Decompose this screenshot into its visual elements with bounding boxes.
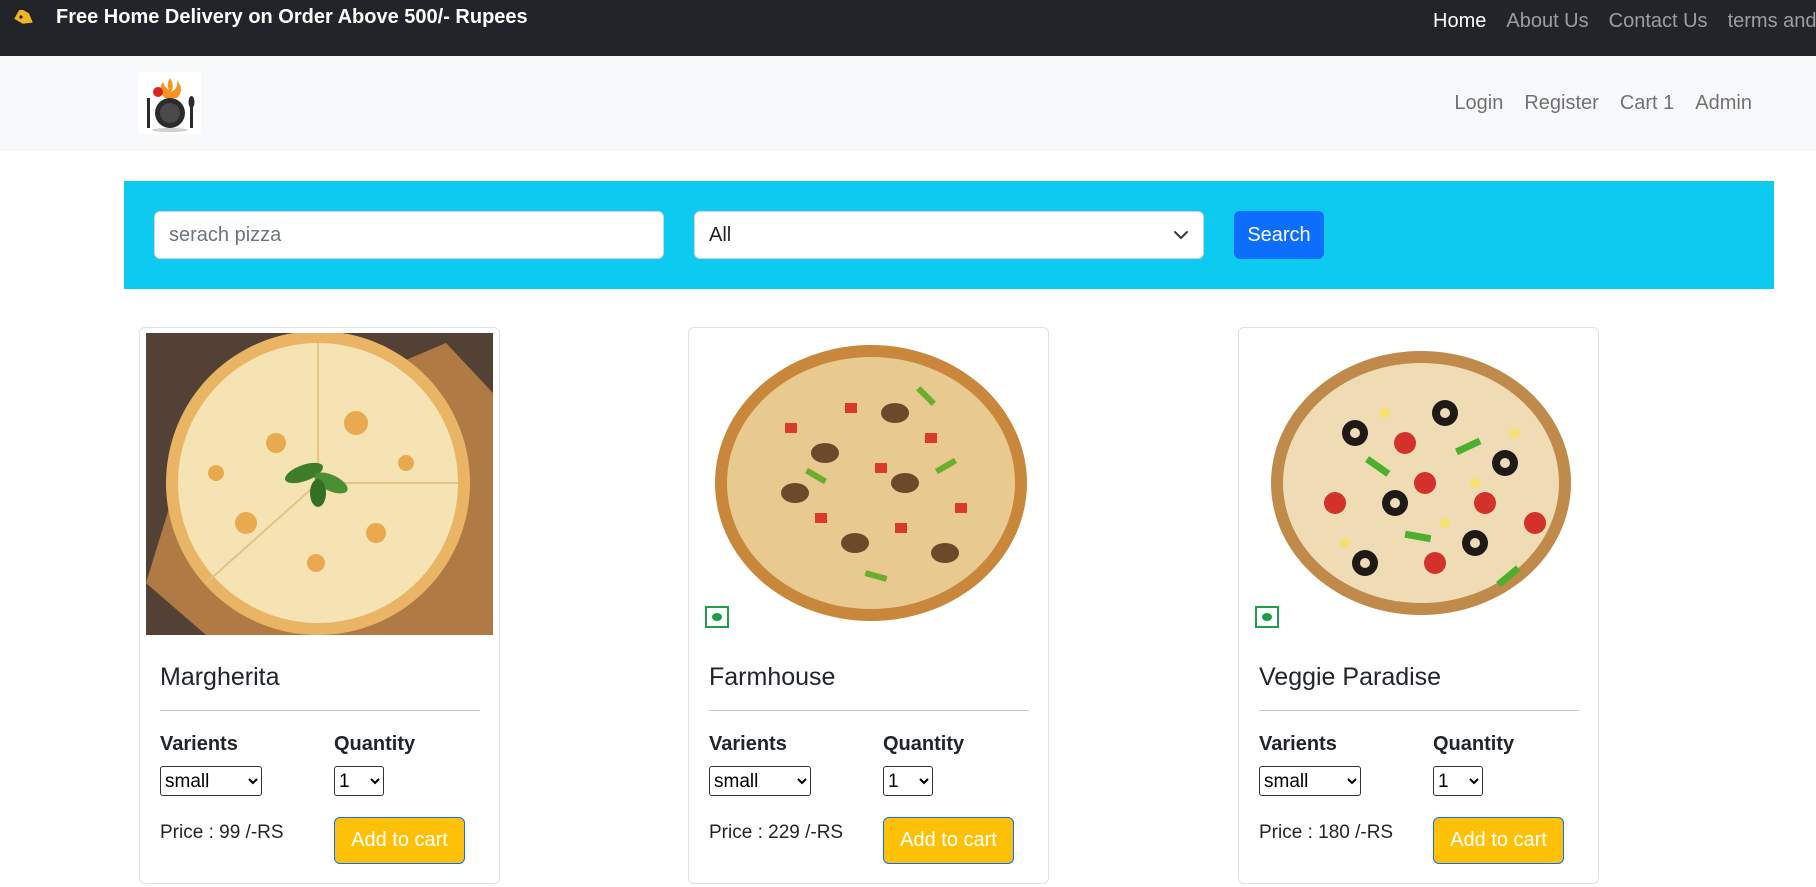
top-nav: Home About Us Contact Us terms and (1433, 10, 1816, 33)
tag-icon (14, 10, 33, 24)
variant-select[interactable]: small (160, 766, 262, 796)
veg-indicator-icon (1255, 606, 1279, 628)
chevron-down-icon (1174, 231, 1188, 239)
quantity-label: Quantity (1433, 733, 1515, 755)
add-to-cart-button[interactable]: Add to cart (883, 817, 1014, 864)
variant-select[interactable]: small (709, 766, 811, 796)
add-to-cart-button[interactable]: Add to cart (334, 817, 465, 864)
pizza-image (1245, 333, 1592, 635)
divider (160, 710, 480, 711)
quantity-label: Quantity (883, 733, 965, 755)
variant-select[interactable]: small (1259, 766, 1361, 796)
nav-contact-link[interactable]: Contact Us (1609, 10, 1708, 33)
category-filter-select[interactable]: All (694, 211, 1204, 259)
divider (709, 710, 1029, 711)
quantity-label: Quantity (334, 733, 416, 755)
announcement-bar: Free Home Delivery on Order Above 500/- … (0, 0, 1816, 56)
product-card: Veggie Paradise Varients Quantity small … (1238, 327, 1599, 884)
account-nav: Login Register Cart 1 Admin (1454, 92, 1752, 115)
product-name: Farmhouse (709, 663, 836, 691)
variants-label: Varients (160, 733, 238, 755)
product-price: Price : 229 /-RS (709, 822, 844, 843)
product-price: Price : 99 /-RS (160, 822, 284, 843)
register-link[interactable]: Register (1524, 92, 1598, 115)
nav-about-link[interactable]: About Us (1506, 10, 1588, 33)
search-input[interactable] (154, 211, 664, 259)
product-price: Price : 180 /-RS (1259, 822, 1394, 843)
product-card: Farmhouse Varients Quantity small 1 Pric… (688, 327, 1049, 884)
filter-selected-value: All (709, 223, 732, 246)
restaurant-logo[interactable] (139, 72, 201, 134)
search-button[interactable]: Search (1234, 211, 1324, 259)
quantity-select[interactable]: 1 (1433, 766, 1483, 796)
product-name: Veggie Paradise (1259, 663, 1442, 691)
nav-terms-link[interactable]: terms and (1728, 10, 1816, 33)
login-link[interactable]: Login (1454, 92, 1503, 115)
admin-link[interactable]: Admin (1695, 92, 1752, 115)
variants-label: Varients (1259, 733, 1337, 755)
cart-link[interactable]: Cart 1 (1620, 92, 1674, 115)
promo-text: Free Home Delivery on Order Above 500/- … (56, 6, 528, 28)
product-name: Margherita (160, 663, 280, 691)
search-panel: All Search (124, 181, 1774, 289)
nav-home-link[interactable]: Home (1433, 10, 1486, 33)
divider (1259, 710, 1579, 711)
variants-label: Varients (709, 733, 787, 755)
pizza-image (146, 333, 493, 635)
veg-indicator-icon (705, 606, 729, 628)
quantity-select[interactable]: 1 (883, 766, 933, 796)
quantity-select[interactable]: 1 (334, 766, 384, 796)
product-card: Margherita Varients Quantity small 1 Pri… (139, 327, 500, 884)
main-navbar: Login Register Cart 1 Admin (0, 56, 1816, 151)
add-to-cart-button[interactable]: Add to cart (1433, 817, 1564, 864)
pizza-image (695, 333, 1042, 635)
